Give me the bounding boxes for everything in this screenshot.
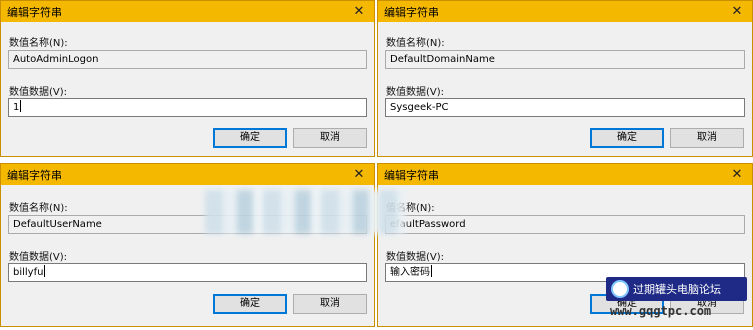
value-name-label: 数值名称(N): [9, 203, 68, 214]
ok-button[interactable]: 确定 [213, 128, 287, 148]
value-data-text: 1 [13, 102, 20, 113]
cancel-button[interactable]: 取消 [293, 128, 367, 148]
value-data-text: billyfu [13, 267, 44, 278]
edit-string-dialog: 编辑字符串 ✕ 数值名称(N): AutoAdminLogon 数值数据(V):… [0, 0, 375, 157]
forum-logo-icon [611, 280, 629, 298]
close-icon[interactable]: ✕ [727, 164, 747, 185]
title-bar[interactable]: 编辑字符串 ✕ [1, 164, 374, 185]
value-name-label: 数值名称(N): [9, 38, 68, 49]
text-caret [431, 265, 432, 277]
dialog-title: 编辑字符串 [384, 6, 439, 19]
value-name-label: 数值名称(N): [386, 38, 445, 49]
close-icon[interactable]: ✕ [349, 1, 369, 22]
title-bar[interactable]: 编辑字符串 ✕ [1, 1, 374, 22]
value-data-label: 数值数据(V): [9, 87, 68, 98]
edit-string-dialog: 编辑字符串 ✕ 数值名称(N): DefaultUserName 数值数据(V)… [0, 163, 375, 327]
watermark-url: www.gqgtpc.com [610, 304, 712, 318]
title-bar[interactable]: 编辑字符串 ✕ [378, 164, 752, 185]
value-data-label: 数值数据(V): [9, 252, 68, 263]
dialog-title: 编辑字符串 [384, 169, 439, 182]
value-data-input[interactable]: 1 [8, 98, 367, 117]
value-data-text: Sysgeek-PC [390, 102, 449, 113]
edit-string-dialog: 编辑字符串 ✕ 数值名称(N): DefaultDomainName 数值数据(… [377, 0, 753, 157]
ok-button[interactable]: 确定 [213, 294, 287, 314]
text-caret [44, 265, 46, 277]
value-data-input[interactable]: Sysgeek-PC [385, 98, 745, 117]
close-icon[interactable]: ✕ [727, 1, 747, 22]
cancel-button[interactable]: 取消 [293, 294, 367, 314]
value-name-field: efaultPassword [385, 215, 745, 234]
cancel-button[interactable]: 取消 [670, 128, 744, 148]
title-bar[interactable]: 编辑字符串 ✕ [378, 1, 752, 22]
ok-button[interactable]: 确定 [590, 128, 664, 148]
blurred-region [205, 190, 405, 234]
text-caret [20, 100, 22, 112]
watermark: 过期罐头电脑论坛 www.gqgtpc.com [606, 277, 747, 325]
value-data-label: 数值数据(V): [386, 87, 445, 98]
value-data-input[interactable]: billyfu [8, 263, 367, 282]
watermark-text: 过期罐头电脑论坛 [633, 283, 721, 296]
value-data-label: 数值数据(V): [386, 252, 445, 263]
value-name-field: AutoAdminLogon [8, 50, 367, 69]
close-icon[interactable]: ✕ [349, 164, 369, 185]
value-name-field: DefaultDomainName [385, 50, 745, 69]
dialog-title: 编辑字符串 [7, 169, 62, 182]
dialog-title: 编辑字符串 [7, 6, 62, 19]
value-data-text: 输入密码 [390, 267, 430, 278]
